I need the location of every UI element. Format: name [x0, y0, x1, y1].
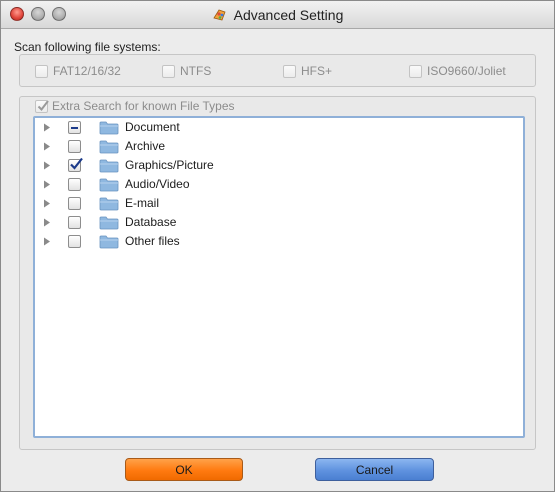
tree-row-database[interactable]: Database: [35, 213, 523, 232]
archive-checkbox[interactable]: [68, 140, 81, 153]
expand-arrow-icon[interactable]: [43, 180, 51, 189]
audio-video-checkbox[interactable]: [68, 178, 81, 191]
expand-arrow-icon[interactable]: [43, 161, 51, 170]
title-bar: Advanced Setting: [1, 1, 554, 29]
tree-row-label: E-mail: [125, 196, 160, 210]
extra-search-checkbox[interactable]: [35, 99, 49, 113]
expand-arrow-icon[interactable]: [43, 123, 51, 132]
folder-icon: [99, 197, 119, 211]
fs-option-hfs[interactable]: HFS+: [283, 64, 332, 78]
file-systems-group: FAT12/16/32 NTFS HFS+ ISO9660/Joliet: [19, 54, 536, 87]
tree-row-label: Other files: [125, 234, 180, 248]
folder-icon: [99, 235, 119, 249]
graphics-checkbox[interactable]: [68, 157, 83, 172]
tree-row-label: Document: [125, 120, 180, 134]
file-systems-label: Scan following file systems:: [14, 40, 161, 54]
expand-arrow-icon[interactable]: [43, 218, 51, 227]
tree-row-other-files[interactable]: Other files: [35, 232, 523, 251]
advanced-setting-dialog: Advanced Setting Scan following file sys…: [0, 0, 555, 492]
folder-icon: [99, 159, 119, 173]
fs-option-iso9660[interactable]: ISO9660/Joliet: [409, 64, 506, 78]
other-files-checkbox[interactable]: [68, 235, 81, 248]
tree-row-email[interactable]: E-mail: [35, 194, 523, 213]
fs-option-ntfs[interactable]: NTFS: [162, 64, 211, 78]
window-title: Advanced Setting: [233, 7, 344, 23]
fs-option-label: HFS+: [301, 64, 333, 78]
fs-option-label: NTFS: [180, 64, 212, 78]
ntfs-checkbox[interactable]: [162, 64, 175, 78]
file-types-tree[interactable]: Document Archive Graphics/Picture Audio/…: [33, 116, 525, 438]
fs-option-label: FAT12/16/32: [53, 64, 121, 78]
cancel-button[interactable]: Cancel: [315, 458, 434, 481]
tree-row-label: Database: [125, 215, 177, 229]
extra-search-option[interactable]: Extra Search for known File Types: [35, 99, 235, 113]
checkmark-icon: [70, 157, 83, 170]
expand-arrow-icon[interactable]: [43, 142, 51, 151]
tree-row-audio-video[interactable]: Audio/Video: [35, 175, 523, 194]
expand-arrow-icon[interactable]: [43, 199, 51, 208]
checkmark-icon: [37, 99, 49, 111]
tree-row-archive[interactable]: Archive: [35, 137, 523, 156]
partial-check-icon: [71, 127, 78, 129]
tree-row-label: Graphics/Picture: [125, 158, 214, 172]
tree-row-document[interactable]: Document: [35, 118, 523, 137]
tree-row-label: Audio/Video: [125, 177, 190, 191]
fs-option-label: ISO9660/Joliet: [427, 64, 506, 78]
database-checkbox[interactable]: [68, 216, 81, 229]
tree-row-graphics[interactable]: Graphics/Picture: [35, 156, 523, 175]
folder-icon: [99, 121, 119, 135]
fat-checkbox[interactable]: [35, 64, 48, 78]
folder-icon: [99, 140, 119, 154]
app-icon: [212, 9, 226, 21]
tree-row-label: Archive: [125, 139, 166, 153]
iso9660-checkbox[interactable]: [409, 64, 422, 78]
folder-icon: [99, 216, 119, 230]
hfs-checkbox[interactable]: [283, 64, 296, 78]
ok-button[interactable]: OK: [125, 458, 243, 481]
document-checkbox[interactable]: [68, 121, 81, 134]
fs-option-fat[interactable]: FAT12/16/32: [35, 64, 121, 78]
expand-arrow-icon[interactable]: [43, 237, 51, 246]
folder-icon: [99, 178, 119, 192]
email-checkbox[interactable]: [68, 197, 81, 210]
extra-search-label: Extra Search for known File Types: [52, 99, 235, 113]
